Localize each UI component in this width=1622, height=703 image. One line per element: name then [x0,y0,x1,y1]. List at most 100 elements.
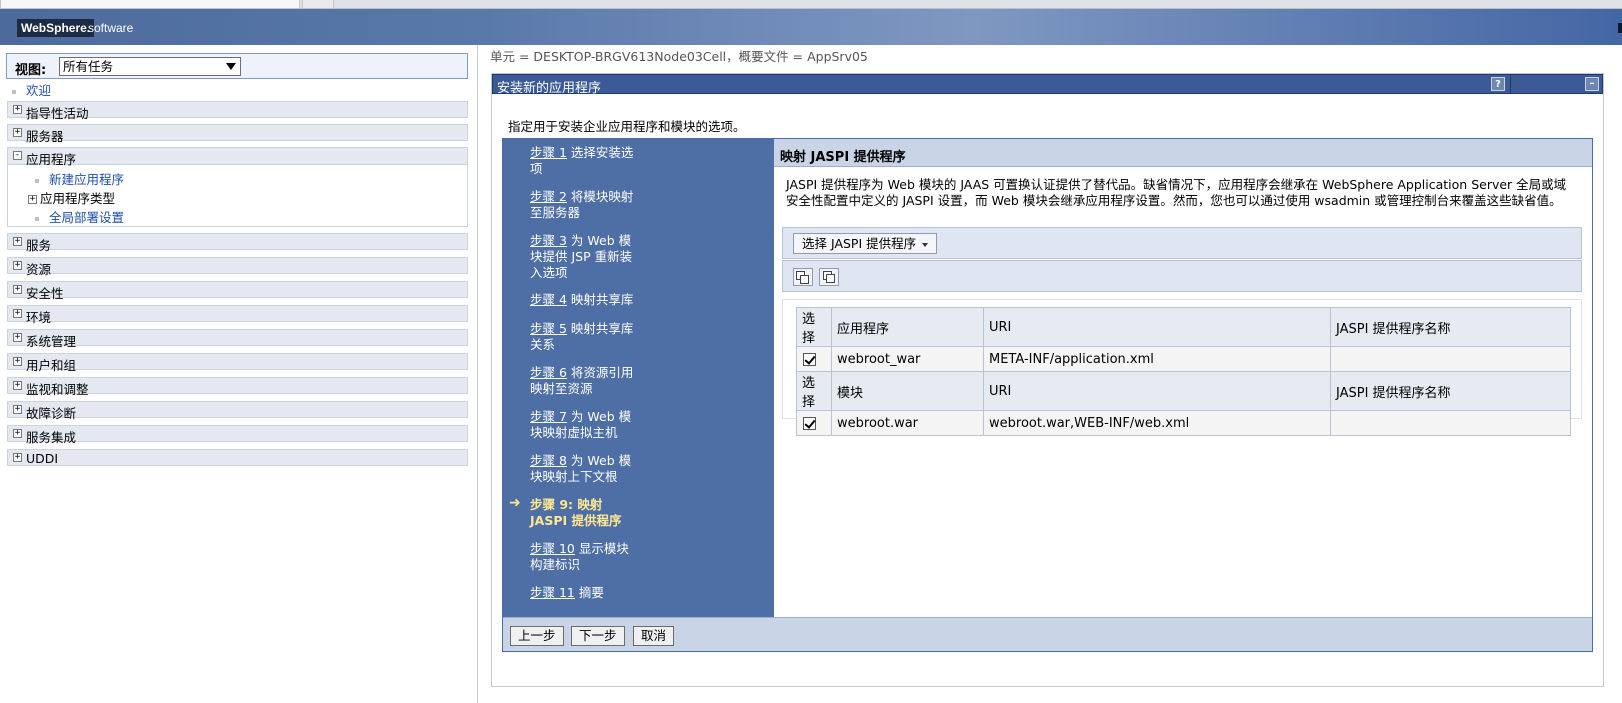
select-provider-label: 选择 JASPI 提供程序 [802,236,917,251]
step-text: 为 Web 模 [566,233,632,248]
help-icon[interactable]: ? [1491,77,1505,91]
step-number[interactable]: 步骤 8 [530,453,567,468]
nav-item-label: 服务集成 [26,430,77,445]
nav-item-label: 监视和调整 [26,382,89,397]
nav-item-label: 资源 [26,262,52,277]
row-checkbox[interactable] [803,352,816,366]
step-text: 显示模块 [574,541,629,556]
nav-item-applications[interactable]: - 应用程序 [8,148,467,167]
nav-item-troubleshooting[interactable]: + 故障诊断 [7,401,468,421]
new-tab-button[interactable] [302,0,334,9]
wizard-step-3[interactable]: 步骤 3 为 Web 模块提供 JSP 重新装 入选项 [530,233,660,281]
view-select[interactable]: 所有任务 [59,57,241,76]
nav-item-system-admin[interactable]: + 系统管理 [7,329,468,349]
nav-item-servers[interactable]: + 服务器 [7,124,468,144]
expand-icon[interactable]: + [13,105,22,114]
wizard-step-4[interactable]: 步骤 4 映射共享库 [530,292,660,308]
expand-icon[interactable]: + [13,333,22,342]
wizard-step-5[interactable]: 步骤 5 映射共享库 关系 [530,321,660,353]
step-number[interactable]: 步骤 2 [530,189,567,204]
bullet-icon [12,89,16,94]
welcome-link[interactable]: 欢迎 [26,83,51,98]
nav-item-service-integration[interactable]: + 服务集成 [7,425,468,445]
wizard-step-6[interactable]: 步骤 6 将资源引用 映射至资源 [530,365,660,397]
step-number[interactable]: 步骤 5 [530,321,567,336]
nav-item-uddi[interactable]: + UDDI [7,449,468,466]
select-all-icon[interactable] [793,268,813,286]
step-text-2: 块映射虚拟主机 [530,425,618,440]
collapse-icon[interactable]: - [13,151,22,160]
expand-icon[interactable]: + [13,453,22,462]
section-title: 映射 JASPI 提供程序 [780,150,906,165]
expand-icon[interactable]: + [28,195,37,204]
nav-item-services[interactable]: + 服务 [7,233,468,253]
step-text: 将资源引用 [566,365,634,380]
view-select-value: 所有任务 [63,59,114,74]
step-text-2: 映射至资源 [530,381,593,396]
expand-icon[interactable]: + [13,405,22,414]
nav-item-monitoring[interactable]: + 监视和调整 [7,377,468,397]
expand-icon[interactable]: + [13,261,22,270]
nav-subitem-app-types[interactable]: + 应用程序类型 [28,188,115,207]
expand-icon[interactable]: + [13,309,22,318]
step-text-2: 块映射上下文根 [530,469,618,484]
step-number[interactable]: 步骤 6 [530,365,567,380]
cancel-button[interactable]: 取消 [633,626,675,646]
minimize-icon[interactable]: – [1585,77,1599,91]
step-number[interactable]: 步骤 10 [530,541,575,556]
navigation-sidebar: 视图: 所有任务 欢迎 + 指导性活动 + 服务器 - 应用程序 新建应用程序 + 应… [0,45,478,703]
row-checkbox[interactable] [803,416,816,430]
browser-tab-strip [0,0,1622,9]
step-number[interactable]: 步骤 1 [530,145,567,160]
dropdown-arrow-icon [922,242,929,247]
prev-button[interactable]: 上一步 [510,626,564,646]
step-content: 映射 JASPI 提供程序 JASPI 提供程序为 Web 模块的 JAAS 可… [774,139,1592,617]
provider-cell [1330,346,1571,372]
nav-item-guided-activities[interactable]: + 指导性活动 [7,101,468,121]
table-header-row: 选择 应用程序 URI JASPI 提供程序名称 [796,307,1571,347]
expand-icon[interactable]: + [13,128,22,137]
module-name-cell: webroot.war [831,410,984,436]
new-application-link[interactable]: 新建应用程序 [49,172,124,187]
step-text: 为 Web 模 [566,453,632,468]
nav-item-environment[interactable]: + 环境 [7,305,468,325]
step-number[interactable]: 步骤 7 [530,409,567,424]
column-header-module: 模块 [831,371,984,411]
bullet-icon [35,178,39,183]
browser-tab[interactable] [0,0,300,9]
wizard-step-2[interactable]: 步骤 2 将模块映射 至服务器 [530,189,660,221]
step-number[interactable]: 步骤 4 [530,292,567,307]
deselect-all-icon[interactable] [819,268,839,286]
wizard-step-1[interactable]: 步骤 1 选择安装选项 [530,145,660,177]
global-deploy-link[interactable]: 全局部署设置 [49,210,124,225]
step-text: 为 Web 模 [566,409,632,424]
step-text: 将模块映射 [566,189,634,204]
step-text-2: 关系 [530,337,556,352]
expand-icon[interactable]: + [13,357,22,366]
select-jaspi-provider-button[interactable]: 选择 JASPI 提供程序 [793,233,938,254]
wizard-step-11[interactable]: 步骤 11 摘要 [530,585,660,601]
row-select-cell [796,346,832,372]
welcome-item: 欢迎 [12,80,51,99]
next-button[interactable]: 下一步 [571,626,625,646]
expand-icon[interactable]: + [13,237,22,246]
wizard-step-10[interactable]: 步骤 10 显示模块 构建标识 [530,541,660,573]
section-header: 映射 JASPI 提供程序 [774,139,1592,167]
expand-icon[interactable]: + [13,381,22,390]
step-text: 摘要 [574,585,604,600]
nav-item-security[interactable]: + 安全性 [7,281,468,301]
step-number[interactable]: 步骤 3 [530,233,567,248]
step-number[interactable]: 步骤 11 [530,585,575,600]
provider-cell [1330,410,1571,436]
table-header-row: 选择 模块 URI JASPI 提供程序名称 [796,371,1571,411]
nav-item-resources[interactable]: + 资源 [7,257,468,277]
wizard-step-8[interactable]: 步骤 8 为 Web 模块映射上下文根 [530,453,660,485]
column-header-provider: JASPI 提供程序名称 [1330,371,1571,411]
portlet-title: 安装新的应用程序 [497,81,602,96]
expand-icon[interactable]: + [13,285,22,294]
nav-item-users-groups[interactable]: + 用户和组 [7,353,468,373]
column-header-select: 选择 [796,307,832,347]
websphere-logo: WebSphere. [17,19,95,37]
expand-icon[interactable]: + [13,429,22,438]
wizard-step-7[interactable]: 步骤 7 为 Web 模块映射虚拟主机 [530,409,660,441]
